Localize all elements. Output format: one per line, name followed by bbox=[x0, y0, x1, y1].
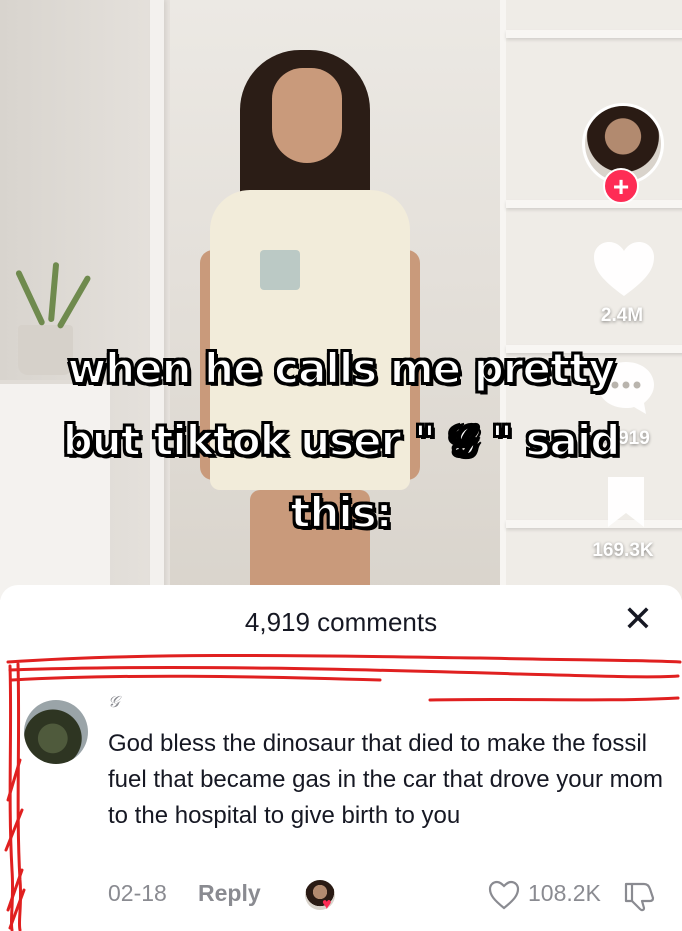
follow-button[interactable]: + bbox=[603, 168, 639, 204]
commenter-avatar[interactable] bbox=[24, 700, 88, 764]
caption-line: but tiktok user " 𝒢 " said bbox=[62, 415, 622, 466]
heart-outline-icon[interactable] bbox=[488, 880, 520, 910]
reply-button[interactable]: Reply bbox=[198, 880, 261, 907]
comment-like-count: 108.2K bbox=[528, 880, 601, 906]
comment-date: 02-18 bbox=[108, 880, 167, 906]
comment-text: God bless the dinosaur that died to make… bbox=[108, 730, 663, 829]
like-count: 2.4M bbox=[600, 305, 644, 326]
heart-icon[interactable] bbox=[592, 240, 656, 298]
caption-line: when he calls me pretty bbox=[66, 343, 616, 394]
caption-line: this: bbox=[289, 487, 393, 538]
close-icon[interactable]: ✕ bbox=[620, 601, 656, 637]
creator-heart-icon: ♥ bbox=[322, 896, 332, 913]
thumbs-down-icon[interactable] bbox=[622, 880, 656, 912]
meme-caption: when he calls me pretty but tiktok user … bbox=[0, 333, 682, 549]
comments-title: 4,919 comments bbox=[244, 607, 438, 637]
commenter-username[interactable]: 𝒢 bbox=[108, 694, 119, 712]
